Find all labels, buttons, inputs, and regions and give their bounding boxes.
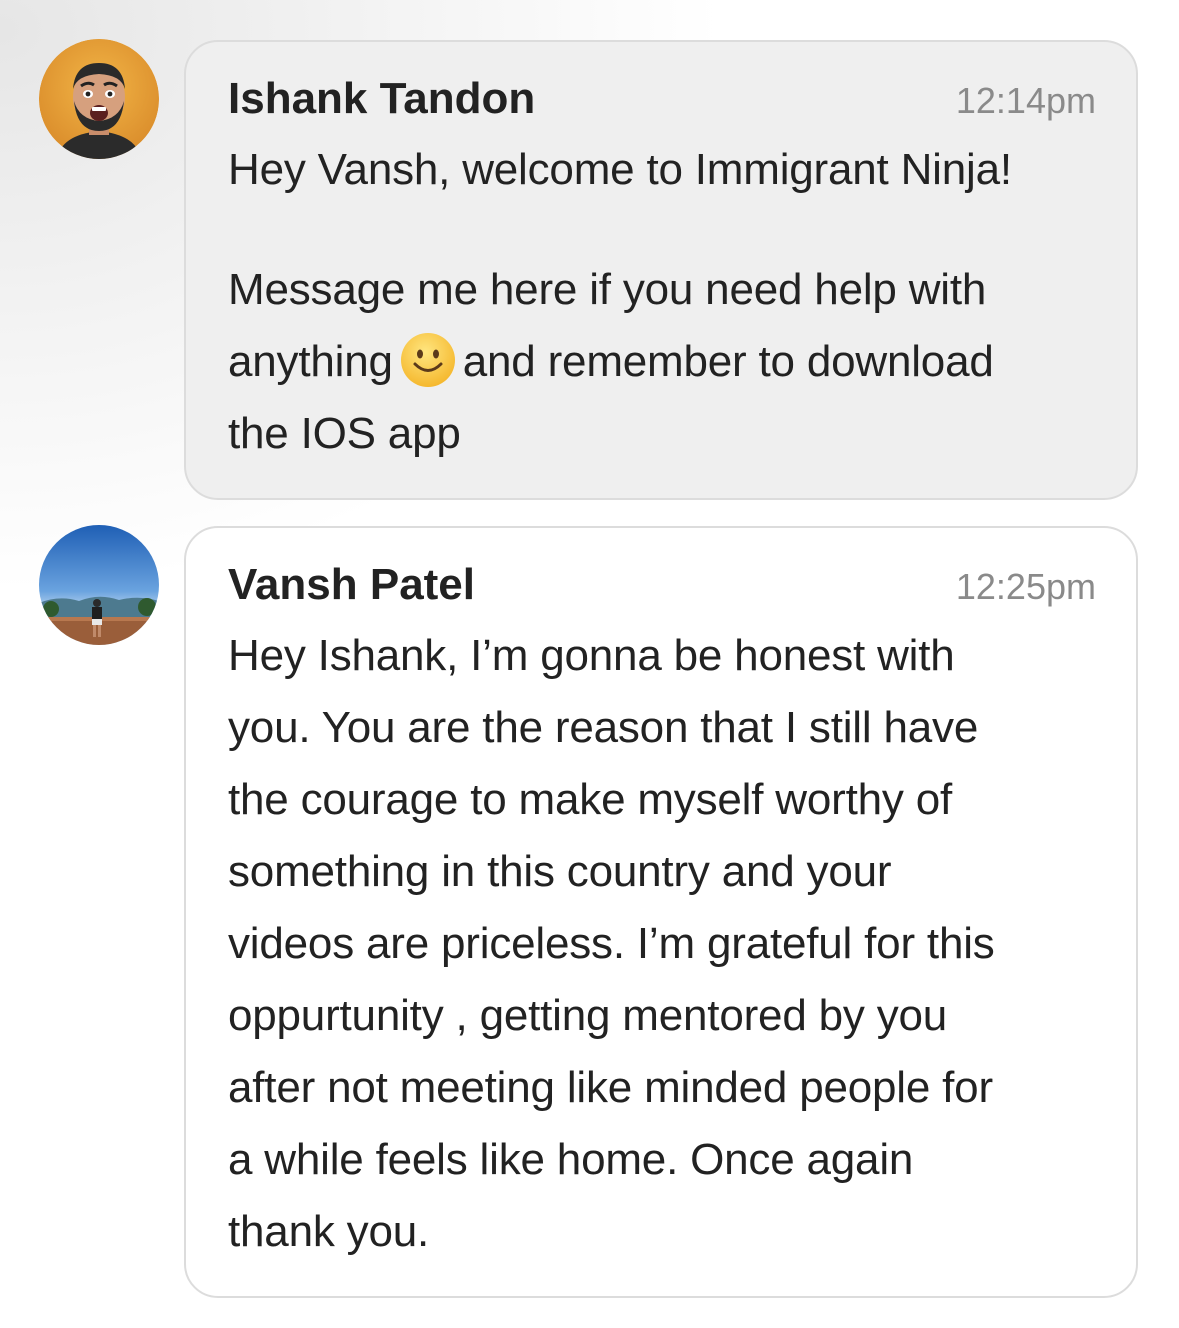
message-line: anything and remember to download — [228, 326, 1096, 398]
message-line: Hey Ishank, I’m gonna be honest with — [228, 631, 955, 680]
message-line: you. You are the reason that I still hav… — [228, 703, 979, 752]
avatar-vansh[interactable] — [39, 525, 159, 645]
message-line: the IOS app — [228, 409, 461, 458]
message-paragraph: Message me here if you need help with an… — [228, 254, 1096, 470]
message-text: anything — [228, 337, 393, 386]
sender-name[interactable]: Ishank Tandon — [228, 74, 535, 124]
message-line: the courage to make myself worthy of — [228, 775, 953, 824]
message-line: Message me here if you need help with — [228, 265, 987, 314]
message-body: Hey Ishank, I’m gonna be honest with you… — [228, 620, 1096, 1268]
sender-name[interactable]: Vansh Patel — [228, 560, 475, 610]
message-line: a while feels like home. Once again — [228, 1135, 914, 1184]
message-line: thank you. — [228, 1207, 430, 1256]
message-body: Hey Vansh, welcome to Immigrant Ninja! M… — [228, 134, 1096, 470]
avatar-ishank[interactable] — [39, 39, 159, 159]
slightly-smiling-face-icon — [399, 331, 457, 389]
message-header: Vansh Patel 12:25pm — [228, 560, 1096, 620]
message-line: oppurtunity , getting mentored by you — [228, 991, 948, 1040]
message-text: and remember to download — [462, 337, 994, 386]
message-line: after not meeting like minded people for — [228, 1063, 993, 1112]
message-timestamp: 12:25pm — [955, 566, 1096, 607]
message-header: Ishank Tandon 12:14pm — [228, 74, 1096, 134]
message-line: something in this country and your — [228, 847, 892, 896]
message-bubble-ishank[interactable]: Ishank Tandon 12:14pm Hey Vansh, welcome… — [184, 40, 1138, 500]
avatar-ishank-image — [39, 39, 159, 159]
message-bubble-vansh[interactable]: Vansh Patel 12:25pm Hey Ishank, I’m gonn… — [184, 526, 1138, 1298]
message-line: videos are priceless. I’m grateful for t… — [228, 919, 995, 968]
avatar-vansh-image — [39, 525, 159, 645]
message-timestamp: 12:14pm — [955, 80, 1096, 121]
message-paragraph: Hey Vansh, welcome to Immigrant Ninja! — [228, 145, 1012, 194]
